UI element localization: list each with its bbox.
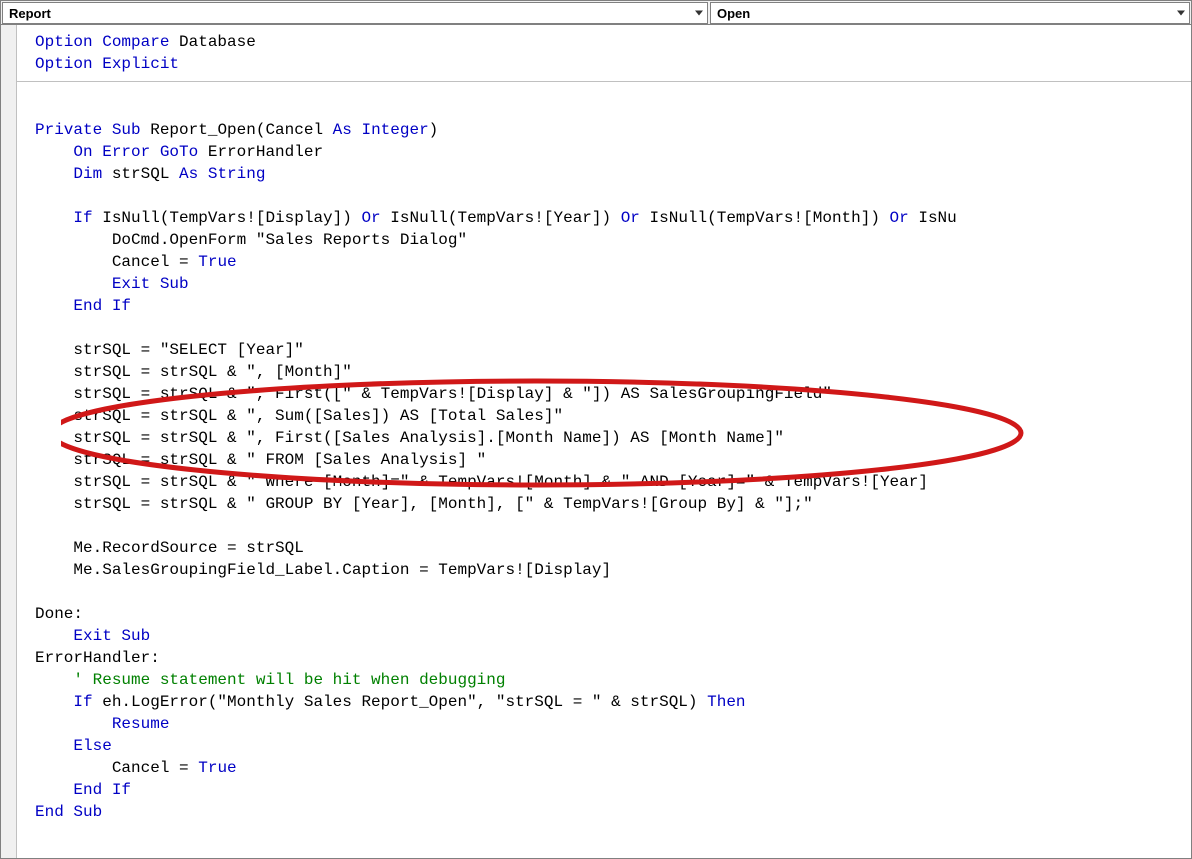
procedure-separator xyxy=(17,81,1191,82)
code-token: Dim xyxy=(73,165,102,183)
code-token: True xyxy=(198,759,236,777)
code-token: IsNull(TempVars![Display]) xyxy=(93,209,362,227)
margin-gutter[interactable] xyxy=(1,25,17,858)
code-token: ErrorHandler xyxy=(198,143,323,161)
code-token: Option Explicit xyxy=(35,55,179,73)
code-token: DoCmd.OpenForm "Sales Reports Dialog" xyxy=(35,231,467,249)
code-comment: ' Resume statement will be hit when debu… xyxy=(73,671,505,689)
code-token: Report_Open(Cancel xyxy=(141,121,333,139)
code-token xyxy=(35,627,73,645)
code-editor[interactable]: Option Compare Database Option Explicit … xyxy=(17,25,1191,858)
code-token xyxy=(35,297,73,315)
code-token: Database xyxy=(169,33,255,51)
code-token: True xyxy=(198,253,236,271)
code-token: strSQL = strSQL & ", First([Sales Analys… xyxy=(35,429,784,447)
code-token: As String xyxy=(179,165,265,183)
code-token: Me.SalesGroupingField_Label.Caption = Te… xyxy=(35,561,611,579)
chevron-down-icon xyxy=(695,11,703,16)
code-token: Option Compare xyxy=(35,33,169,51)
code-token xyxy=(35,737,73,755)
code-token: strSQL = strSQL & " Where [Month]=" & Te… xyxy=(35,473,928,491)
code-token: Private Sub xyxy=(35,121,141,139)
code-token xyxy=(35,781,73,799)
code-token: On Error GoTo xyxy=(73,143,198,161)
code-token: Resume xyxy=(112,715,170,733)
code-token: Done: xyxy=(35,605,83,623)
code-token: IsNull(TempVars![Year]) xyxy=(381,209,621,227)
code-token: Else xyxy=(73,737,111,755)
code-token: eh.LogError("Monthly Sales Report_Open",… xyxy=(93,693,708,711)
vba-editor-window: Report Open Option Compare Database Opti… xyxy=(0,0,1192,859)
code-area: Option Compare Database Option Explicit … xyxy=(1,25,1191,858)
code-token: strSQL xyxy=(102,165,179,183)
procedure-selector-dropdown[interactable]: Open xyxy=(710,2,1190,24)
code-token: IsNu xyxy=(909,209,957,227)
code-token: Or xyxy=(621,209,640,227)
object-selector-dropdown[interactable]: Report xyxy=(2,2,708,24)
code-token: Cancel = xyxy=(35,759,198,777)
code-token: Or xyxy=(361,209,380,227)
chevron-down-icon xyxy=(1177,11,1185,16)
code-token: End Sub xyxy=(35,803,102,821)
code-token: ) xyxy=(429,121,439,139)
toolbar: Report Open xyxy=(1,1,1191,25)
code-token: strSQL = strSQL & ", [Month]" xyxy=(35,363,352,381)
code-token: Me.RecordSource = strSQL xyxy=(35,539,304,557)
object-selector-value: Report xyxy=(9,6,51,21)
code-token xyxy=(35,671,73,689)
code-token: strSQL = strSQL & ", Sum([Sales]) AS [To… xyxy=(35,407,563,425)
procedure-selector-value: Open xyxy=(717,6,750,21)
code-token: strSQL = strSQL & ", First([" & TempVars… xyxy=(35,385,832,403)
code-token: If xyxy=(73,209,92,227)
code-token xyxy=(35,715,112,733)
code-token xyxy=(35,143,73,161)
code-token: Then xyxy=(707,693,745,711)
code-token: strSQL = strSQL & " FROM [Sales Analysis… xyxy=(35,451,486,469)
code-token xyxy=(35,275,112,293)
code-token: Cancel = xyxy=(35,253,198,271)
code-token: Or xyxy=(890,209,909,227)
code-token: Exit Sub xyxy=(73,627,150,645)
code-token: strSQL = strSQL & " GROUP BY [Year], [Mo… xyxy=(35,495,813,513)
code-token: End If xyxy=(73,297,131,315)
code-token: strSQL = "SELECT [Year]" xyxy=(35,341,304,359)
code-token: As Integer xyxy=(333,121,429,139)
code-token: If xyxy=(73,693,92,711)
code-token: IsNull(TempVars![Month]) xyxy=(640,209,890,227)
code-token xyxy=(35,693,73,711)
code-token: ErrorHandler: xyxy=(35,649,160,667)
code-token xyxy=(35,209,73,227)
code-token xyxy=(35,165,73,183)
code-token: Exit Sub xyxy=(112,275,189,293)
code-token: End If xyxy=(73,781,131,799)
